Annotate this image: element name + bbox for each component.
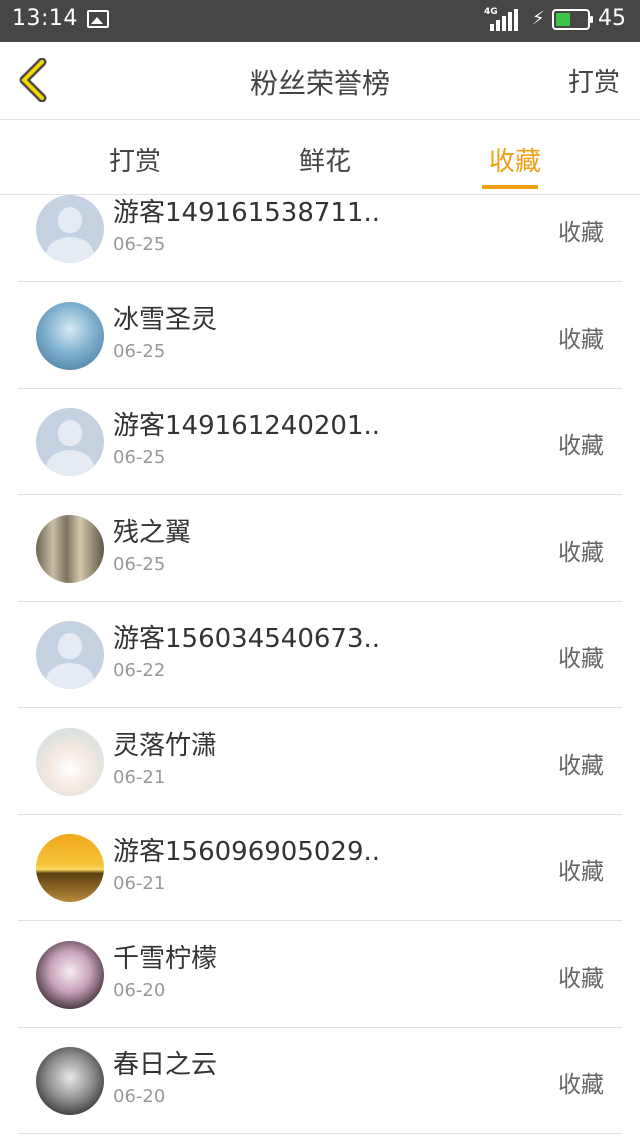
tip-button[interactable]: 打赏 [568,62,620,99]
fan-date: 06-25 [113,447,166,468]
fan-date: 06-25 [113,340,166,362]
avatar[interactable] [36,1047,104,1115]
avatar[interactable] [36,514,104,583]
list-item[interactable]: 冰雪圣灵 06-25 收藏 [18,283,622,389]
action-label: 收藏 [558,859,604,885]
fan-date: 06-21 [113,873,166,894]
tab-tip[interactable]: 打赏 [75,141,195,178]
list-item[interactable]: 游客149161538711.. 06-25 收藏 [18,195,622,282]
signal-icon [486,9,520,31]
status-bar: 13:14 4G ⚡ 45 [0,0,640,42]
charging-icon: ⚡ [532,8,545,29]
action-label: 收藏 [558,646,604,672]
fan-name: 残之翼 [113,517,192,548]
avatar[interactable] [36,727,104,796]
fan-name: 千雪柠檬 [113,943,218,974]
tab-flowers[interactable]: 鲜花 [265,141,385,178]
avatar[interactable] [36,408,104,476]
action-label: 收藏 [558,752,604,779]
tab-favorites[interactable]: 收藏 [455,141,575,189]
list-item[interactable]: 游客156096905029.. 06-21 收藏 [18,815,622,921]
action-label: 收藏 [558,326,604,353]
list-item[interactable]: 千雪柠檬 06-20 收藏 [18,922,622,1028]
fan-name: 游客156034540673.. [113,624,381,654]
avatar[interactable] [36,834,104,902]
fan-list[interactable]: 游客149161538711.. 06-25 收藏 冰雪圣灵 06-25 收藏 游客1491… [0,195,640,1138]
list-item[interactable]: 春日之云 06-20 收藏 [18,1028,622,1134]
battery-icon [552,9,593,30]
page-title: 粉丝荣誉榜 [249,67,390,100]
fan-name: 游客156096905029.. [113,837,381,867]
action-label: 收藏 [558,965,604,992]
action-label: 收藏 [558,433,604,459]
action-label: 收藏 [558,539,604,566]
list-item[interactable]: 残之翼 06-25 收藏 [18,496,622,602]
fan-name: 灵落竹潇 [113,730,218,761]
fan-date: 06-20 [113,979,166,1001]
action-label: 收藏 [558,1072,604,1098]
avatar[interactable] [36,621,104,689]
tab-label: 鲜花 [298,147,351,177]
tab-label: 收藏 [488,147,541,177]
list-item[interactable]: 灵落竹潇 06-21 收藏 [18,709,622,815]
active-tab-indicator [482,185,538,189]
status-time: 13:14 [12,6,78,31]
fan-date: 06-21 [113,766,166,788]
list-item[interactable]: 游客149161240201.. 06-25 收藏 [18,389,622,495]
avatar[interactable] [36,940,104,1009]
app-header: 粉丝荣誉榜 打赏 [0,42,640,120]
tab-label: 打赏 [108,147,161,177]
fan-date: 06-25 [113,553,166,575]
avatar[interactable] [36,195,104,263]
tab-bar: 打赏 鲜花 收藏 [0,121,640,195]
action-label: 收藏 [558,220,604,246]
fan-date: 06-22 [113,660,166,681]
avatar[interactable] [36,301,104,370]
battery-percent: 45 [598,6,626,31]
list-item[interactable]: 游客156034540673.. 06-22 收藏 [18,602,622,708]
image-icon [87,10,109,28]
fan-date: 06-25 [113,234,166,255]
fan-name: 春日之云 [113,1050,218,1080]
fan-date: 06-20 [113,1086,166,1107]
fan-name: 游客149161538711.. [113,198,381,228]
fan-name: 游客149161240201.. [113,411,381,441]
fan-name: 冰雪圣灵 [113,304,218,335]
